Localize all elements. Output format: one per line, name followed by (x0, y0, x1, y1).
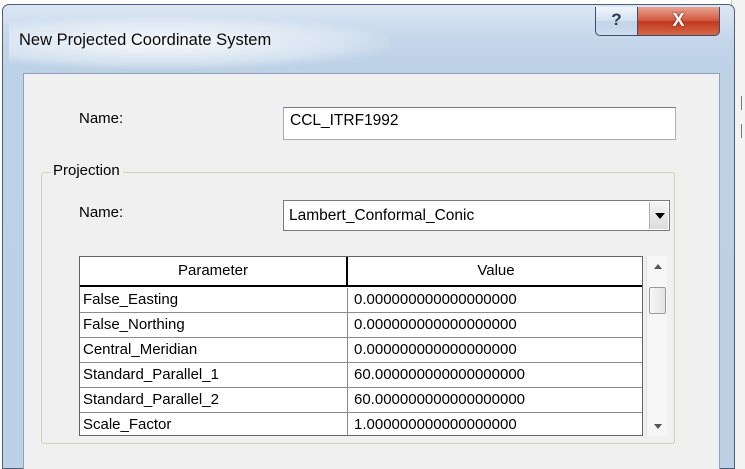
chevron-down-icon[interactable] (649, 202, 668, 229)
table-row[interactable]: Scale_Factor 1.000000000000000000 (80, 413, 642, 435)
parameter-cell: Standard_Parallel_1 (80, 363, 348, 387)
column-header-value[interactable]: Value (349, 257, 642, 285)
background-tick (741, 124, 742, 138)
scroll-down-icon[interactable] (647, 416, 668, 436)
projection-group-title: Projection (50, 162, 123, 179)
scroll-thumb[interactable] (649, 287, 666, 314)
table-scrollbar[interactable] (646, 256, 667, 436)
table-row[interactable]: False_Easting 0.000000000000000000 (80, 288, 642, 313)
table-row[interactable]: Standard_Parallel_1 60.00000000000000000… (80, 363, 642, 388)
name-input[interactable]: CCL_ITRF1992 (283, 107, 676, 140)
scroll-up-icon[interactable] (647, 256, 668, 276)
value-cell[interactable]: 60.000000000000000000 (349, 388, 642, 412)
window-title: New Projected Coordinate System (19, 31, 272, 49)
value-cell[interactable]: 0.000000000000000000 (349, 313, 642, 337)
parameter-table: Parameter Value False_Easting 0.00000000… (79, 256, 643, 436)
value-cell[interactable]: 1.000000000000000000 (349, 413, 642, 435)
value-cell[interactable]: 60.000000000000000000 (349, 363, 642, 387)
parameter-cell: False_Easting (80, 288, 348, 312)
table-header: Parameter Value (80, 257, 642, 287)
column-header-parameter[interactable]: Parameter (80, 257, 348, 285)
help-button[interactable]: ? (595, 7, 638, 36)
background-tick (741, 96, 742, 110)
projection-select-value: Lambert_Conformal_Conic (289, 207, 475, 224)
name-label: Name: (79, 110, 124, 127)
value-cell[interactable]: 0.000000000000000000 (349, 338, 642, 362)
value-cell[interactable]: 0.000000000000000000 (349, 288, 642, 312)
parameter-cell: Standard_Parallel_2 (80, 388, 348, 412)
parameter-cell: Scale_Factor (80, 413, 348, 435)
table-row[interactable]: Central_Meridian 0.000000000000000000 (80, 338, 642, 363)
close-icon: X (672, 10, 685, 30)
parameter-cell: False_Northing (80, 313, 348, 337)
title-bar[interactable]: New Projected Coordinate System ? X (3, 5, 734, 73)
projection-select[interactable]: Lambert_Conformal_Conic (283, 200, 670, 231)
table-row[interactable]: False_Northing 0.000000000000000000 (80, 313, 642, 338)
close-button[interactable]: X (637, 7, 720, 36)
table-row[interactable]: Standard_Parallel_2 60.00000000000000000… (80, 388, 642, 413)
projection-name-label: Name: (79, 204, 124, 221)
parameter-cell: Central_Meridian (80, 338, 348, 362)
question-icon: ? (611, 10, 622, 29)
